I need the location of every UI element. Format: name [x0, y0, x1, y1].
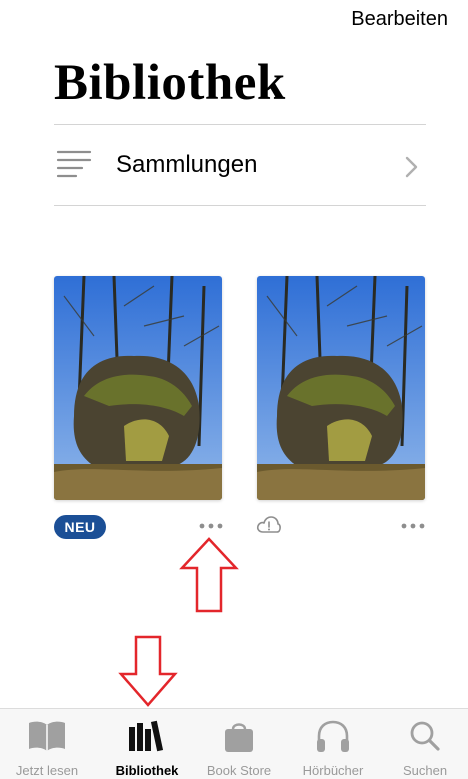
tab-label: Hörbücher [302, 763, 364, 778]
annotation-arrow-up-icon [179, 536, 239, 619]
tab-suchen[interactable]: Suchen [378, 709, 468, 779]
edit-button[interactable]: Bearbeiten [351, 8, 448, 31]
new-badge: NEU [54, 515, 106, 539]
tab-label: Book Store [206, 763, 272, 778]
cloud-warning-icon[interactable] [256, 514, 282, 541]
book-cover[interactable] [54, 276, 222, 500]
tab-hoerbuecher[interactable]: Hörbücher [286, 709, 380, 779]
shopping-bag-icon [192, 719, 286, 759]
tab-jetzt-lesen[interactable]: Jetzt lesen [0, 709, 94, 779]
list-icon [56, 148, 92, 185]
tab-bar: Jetzt lesen Bibliothek Book Store Hörbüc… [0, 708, 468, 779]
divider [54, 205, 426, 206]
page-title: Bibliothek [54, 55, 286, 111]
book-cover[interactable] [257, 276, 425, 500]
tab-label: Bibliothek [115, 763, 179, 778]
search-icon [378, 719, 468, 759]
collections-label: Sammlungen [116, 151, 258, 178]
tab-bibliothek[interactable]: Bibliothek [100, 709, 194, 779]
ellipsis-icon[interactable] [196, 516, 226, 536]
divider [54, 124, 426, 125]
annotation-arrow-down-icon [118, 634, 178, 713]
collections-row[interactable]: Sammlungen [54, 126, 426, 206]
tab-label: Jetzt lesen [15, 763, 79, 778]
tab-book-store[interactable]: Book Store [192, 709, 286, 779]
tab-label: Suchen [402, 763, 448, 778]
ellipsis-icon[interactable] [398, 516, 428, 536]
headphones-icon [286, 719, 380, 759]
chevron-right-icon [404, 156, 418, 183]
open-book-icon [0, 719, 94, 759]
library-books-icon [100, 719, 194, 759]
